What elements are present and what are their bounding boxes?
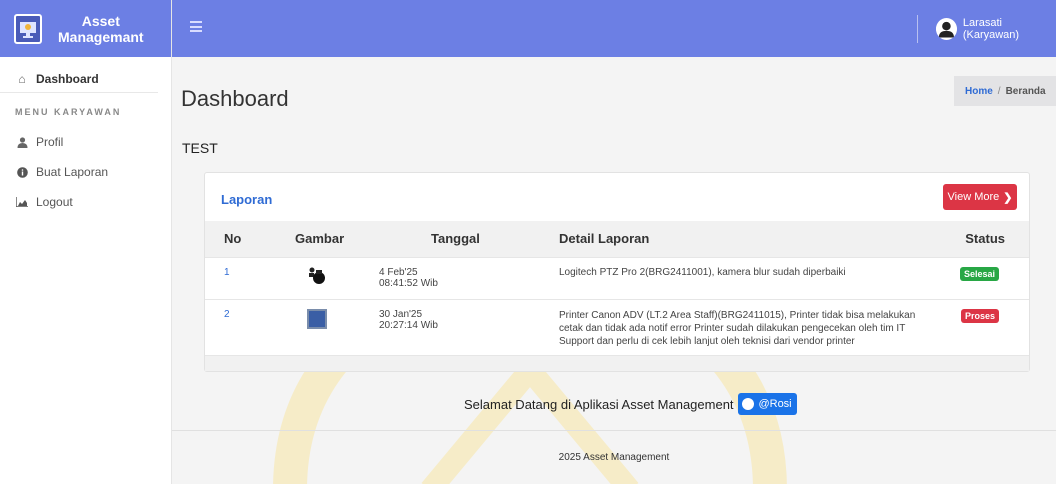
- column-header-detail: Detail Laporan: [559, 231, 650, 247]
- user-name: Larasati (Karyawan): [962, 17, 1020, 41]
- breadcrumb-separator: /: [997, 85, 1001, 97]
- chart-area-icon: [15, 197, 29, 207]
- monitor-icon: [14, 13, 42, 44]
- sidebar-item-label: Dashboard: [36, 71, 99, 86]
- menu-toggle-icon[interactable]: [190, 21, 202, 32]
- user-icon: [15, 136, 29, 148]
- chevron-right-icon: ❯: [1003, 191, 1013, 204]
- welcome-text: Selamat Datang di Aplikasi Asset Managem…: [464, 396, 734, 412]
- laporan-card: Laporan View More ❯ No Gambar Tanggal De…: [204, 172, 1030, 372]
- laporan-table: No Gambar Tanggal Detail Laporan Status …: [205, 221, 1029, 357]
- status-badge: Selesai: [959, 266, 999, 281]
- test-text: TEST: [182, 140, 218, 156]
- info-circle-icon: [15, 166, 29, 178]
- row-number-link[interactable]: 2: [224, 309, 230, 320]
- sidebar-item-dashboard[interactable]: ⌂ Dashboard: [0, 65, 158, 93]
- home-icon: ⌂: [18, 71, 26, 86]
- breadcrumb-current: Beranda: [1005, 85, 1046, 97]
- brand[interactable]: Asset Managemant: [0, 0, 171, 57]
- sidebar-section-heading: MENU KARYAWAN: [15, 107, 122, 117]
- sidebar-item-label: Buat Laporan: [36, 165, 109, 179]
- report-detail: Logitech PTZ Pro 2(BRG2411001), kamera b…: [559, 266, 846, 278]
- github-icon: [742, 398, 755, 410]
- sidebar-item-buat-laporan[interactable]: Buat Laporan: [0, 157, 171, 187]
- column-header-no: No: [224, 231, 242, 247]
- avatar: [936, 18, 957, 40]
- topbar: Larasati (Karyawan): [172, 0, 1056, 57]
- footer-text: 2025 Asset Management: [558, 452, 670, 463]
- sidebar-item-profil[interactable]: Profil: [0, 127, 171, 157]
- table-row[interactable]: 1 4 Feb'25 08:41:52 Wib Logitech PTZ Pro …: [205, 256, 1029, 299]
- page-footer: 2025 Asset Management: [172, 430, 1056, 484]
- welcome-banner: Selamat Datang di Aplikasi Asset Managem…: [464, 393, 797, 415]
- brand-name: Asset Managemant: [58, 12, 144, 45]
- column-header-tanggal: Tanggal: [431, 231, 480, 247]
- report-image-thumbnail[interactable]: [308, 267, 326, 285]
- github-button-label: @Rosi: [758, 398, 792, 410]
- sidebar-item-logout[interactable]: Logout: [0, 187, 171, 217]
- report-detail: Printer Canon ADV (LT.2 Area Staff)(BRG2…: [559, 309, 916, 347]
- sidebar-item-label: Logout: [36, 195, 73, 209]
- card-title: Laporan: [221, 192, 273, 207]
- report-image-thumbnail[interactable]: [307, 308, 327, 329]
- sidebar: Asset Managemant ⌂ Dashboard MENU KARYAW…: [0, 0, 172, 484]
- view-more-label: View More: [947, 191, 1000, 203]
- github-button[interactable]: @Rosi: [737, 393, 797, 415]
- breadcrumb-home-link[interactable]: Home: [965, 86, 993, 97]
- column-header-gambar: Gambar: [295, 231, 345, 247]
- row-number-link[interactable]: 1: [224, 267, 230, 278]
- breadcrumb: Home / Beranda: [954, 76, 1056, 106]
- report-date: 30 Jan'25: [379, 308, 423, 320]
- report-time: 08:41:52 Wib: [379, 277, 438, 289]
- table-row[interactable]: 2 30 Jan'25 20:27:14 Wib Printer Canon AD…: [205, 298, 1029, 357]
- card-footer: [205, 355, 1029, 371]
- user-menu[interactable]: Larasati (Karyawan): [936, 17, 1056, 41]
- report-date: 4 Feb'25: [379, 266, 418, 278]
- view-more-button[interactable]: View More ❯: [943, 184, 1017, 210]
- topbar-divider: [917, 15, 918, 43]
- report-time: 20:27:14 Wib: [379, 319, 438, 331]
- column-header-status: Status: [965, 231, 1005, 247]
- page-title: Dashboard: [181, 86, 289, 111]
- table-header-row: No Gambar Tanggal Detail Laporan Status: [205, 221, 1029, 257]
- sidebar-item-label: Profil: [36, 135, 64, 149]
- status-badge: Proses: [960, 308, 999, 323]
